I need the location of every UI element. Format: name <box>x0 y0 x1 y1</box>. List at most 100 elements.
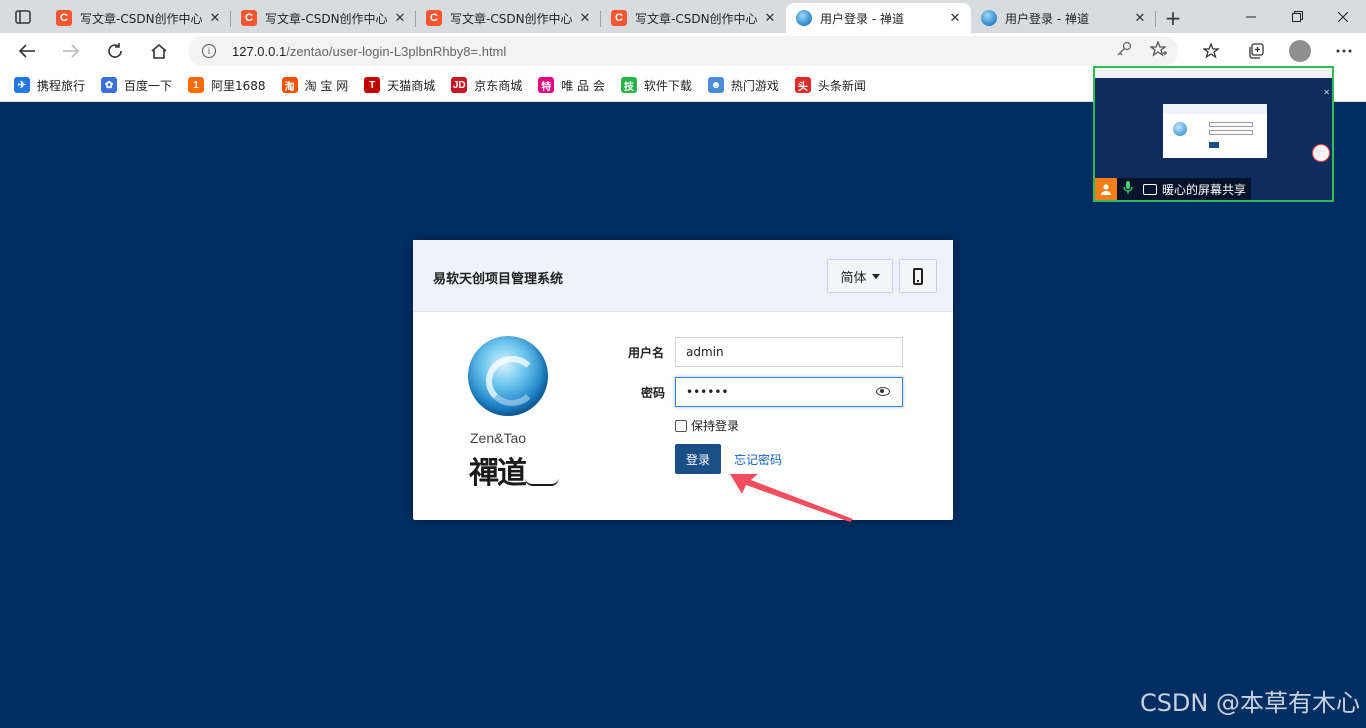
tab-separator <box>1155 11 1156 27</box>
site-info-icon[interactable]: i <box>202 44 216 58</box>
keep-login-checkbox[interactable] <box>675 419 687 432</box>
bookmark-item[interactable]: 技软件下载 <box>620 77 692 94</box>
share-preview-username-field <box>1209 122 1253 127</box>
person-icon <box>1101 184 1111 195</box>
share-preview-tabstrip <box>1095 68 1332 78</box>
profile-button[interactable] <box>1278 33 1322 69</box>
tab-title: 用户登录 - 禅道 <box>820 11 904 26</box>
bookmark-item[interactable]: 头头条新闻 <box>794 77 866 94</box>
bookmark-label: 天猫商城 <box>387 78 436 93</box>
browser-tab[interactable]: C 写文章-CSDN创作中心 ✕ <box>46 3 231 33</box>
forward-button[interactable] <box>54 36 88 66</box>
bookmark-item[interactable]: ✈ 携程旅行 <box>14 77 85 94</box>
screen-share-preview[interactable]: ✕ 暖心的屏幕共享 <box>1093 66 1334 202</box>
bookmark-label: 携程旅行 <box>37 78 86 93</box>
bookmark-item[interactable]: ✿ 百度一下 <box>101 77 172 94</box>
bookmark-label: 阿里1688 <box>211 78 266 93</box>
csdn-icon: C <box>426 10 442 26</box>
home-button[interactable] <box>142 36 176 66</box>
csdn-icon: C <box>611 10 627 26</box>
address-bar[interactable]: i 127.0.0.1/zentao/user-login-L3plbnRhby… <box>188 36 1178 66</box>
reload-icon <box>108 43 122 58</box>
favorites-icon <box>1203 43 1220 59</box>
minimize-icon <box>1246 16 1256 17</box>
language-label: 简体 <box>840 270 867 286</box>
bookmark-label: 唯 品 会 <box>561 78 605 93</box>
tab-actions-menu-button[interactable] <box>0 0 46 33</box>
arrow-right-icon <box>63 44 80 58</box>
username-field[interactable]: admin <box>675 337 903 367</box>
settings-more-button[interactable] <box>1322 33 1366 69</box>
browser-tab[interactable]: C 写文章-CSDN创作中心 ✕ <box>601 3 786 33</box>
toutiao-icon: 头 <box>794 77 811 93</box>
collections-button[interactable] <box>1234 33 1278 69</box>
tab-title: 写文章-CSDN创作中心 <box>80 11 203 26</box>
favorites-button[interactable] <box>1190 33 1234 69</box>
bookmark-item[interactable]: T 天猫商城 <box>364 77 435 94</box>
share-preview-login-button <box>1209 142 1219 148</box>
game-icon: ☻ <box>707 77 724 93</box>
tab-close-icon[interactable]: ✕ <box>1132 11 1148 26</box>
brand-cloud-ornament <box>525 478 559 486</box>
tab-close-icon[interactable]: ✕ <box>207 11 223 26</box>
password-label: 密码 <box>641 386 666 400</box>
toolbar-right <box>1190 33 1366 69</box>
annotation-arrow <box>730 474 853 522</box>
bookmark-label: 百度一下 <box>124 78 173 93</box>
baidu-icon: ✿ <box>101 77 118 93</box>
microphone-icon[interactable] <box>1123 180 1137 198</box>
username-label: 用户名 <box>628 346 665 360</box>
mic-glyph <box>1123 180 1133 194</box>
browser-tab[interactable]: 用户登录 - 禅道 ✕ <box>786 3 971 33</box>
show-password-eye-icon[interactable] <box>876 387 890 396</box>
login-panel: 易软天创项目管理系统 简体 Zen&Tao 禪道 用户名 admin 密码 ••… <box>413 240 953 520</box>
url-text[interactable]: 127.0.0.1/zentao/user-login-L3plbnRhby8=… <box>232 44 506 59</box>
screen-share-icon[interactable] <box>1143 183 1157 195</box>
bookmark-item[interactable]: 1 阿里1688 <box>188 77 266 94</box>
brand-chinese: 禪道 <box>469 456 527 491</box>
keep-login-option[interactable]: 保持登录 <box>675 417 739 434</box>
collections-icon <box>1249 43 1264 59</box>
language-dropdown[interactable]: 简体 <box>827 259 893 293</box>
bookmark-item[interactable]: 淘淘 宝 网 <box>281 77 349 94</box>
user-icon[interactable] <box>1095 178 1117 200</box>
browser-tab[interactable]: 用户登录 - 禅道 ✕ <box>971 3 1156 33</box>
password-field[interactable]: •••••• <box>675 377 903 407</box>
new-tab-button[interactable]: + <box>1156 3 1190 33</box>
key-icon[interactable] <box>1116 41 1132 57</box>
minimize-button[interactable] <box>1228 0 1274 33</box>
bookmark-label: 京东商城 <box>474 78 523 93</box>
csdn-icon: C <box>241 10 257 26</box>
browser-tab[interactable]: C 写文章-CSDN创作中心 ✕ <box>231 3 416 33</box>
tab-close-icon[interactable]: ✕ <box>392 11 408 26</box>
share-preview-login-card <box>1163 104 1267 158</box>
keep-login-label: 保持登录 <box>691 419 740 433</box>
tab-close-icon[interactable]: ✕ <box>947 11 963 26</box>
close-icon <box>1338 11 1348 22</box>
tab-actions-icon <box>15 9 31 24</box>
login-button[interactable]: 登录 <box>675 444 721 474</box>
ctrip-icon: ✈ <box>14 77 30 93</box>
login-panel-header: 易软天创项目管理系统 简体 <box>413 240 953 312</box>
bookmark-label: 软件下载 <box>643 78 692 93</box>
restore-icon <box>1291 11 1303 22</box>
back-button[interactable] <box>10 36 44 66</box>
forgot-password-link[interactable]: 忘记密码 <box>734 451 782 468</box>
restore-button[interactable] <box>1274 0 1320 33</box>
close-window-button[interactable] <box>1320 0 1366 33</box>
bookmark-item[interactable]: JD 京东商城 <box>451 77 522 94</box>
mobile-version-button[interactable] <box>899 259 937 293</box>
bookmark-label: 淘 宝 网 <box>304 78 349 93</box>
tab-close-icon[interactable]: ✕ <box>762 11 778 26</box>
bookmark-item[interactable]: ☻ 热门游戏 <box>707 77 779 94</box>
tmall-icon: T <box>364 77 381 93</box>
zentao-icon <box>796 10 812 26</box>
bookmark-item[interactable]: 特唯 品 会 <box>538 77 605 94</box>
reload-button[interactable] <box>98 36 132 66</box>
tab-close-icon[interactable]: ✕ <box>577 11 593 26</box>
browser-tab[interactable]: C 写文章-CSDN创作中心 ✕ <box>416 3 601 33</box>
password-value: •••••• <box>686 385 729 399</box>
share-preview-close-icon[interactable]: ✕ <box>1323 88 1330 97</box>
ali1688-icon: 1 <box>188 77 205 93</box>
add-favorite-icon[interactable] <box>1150 41 1168 57</box>
